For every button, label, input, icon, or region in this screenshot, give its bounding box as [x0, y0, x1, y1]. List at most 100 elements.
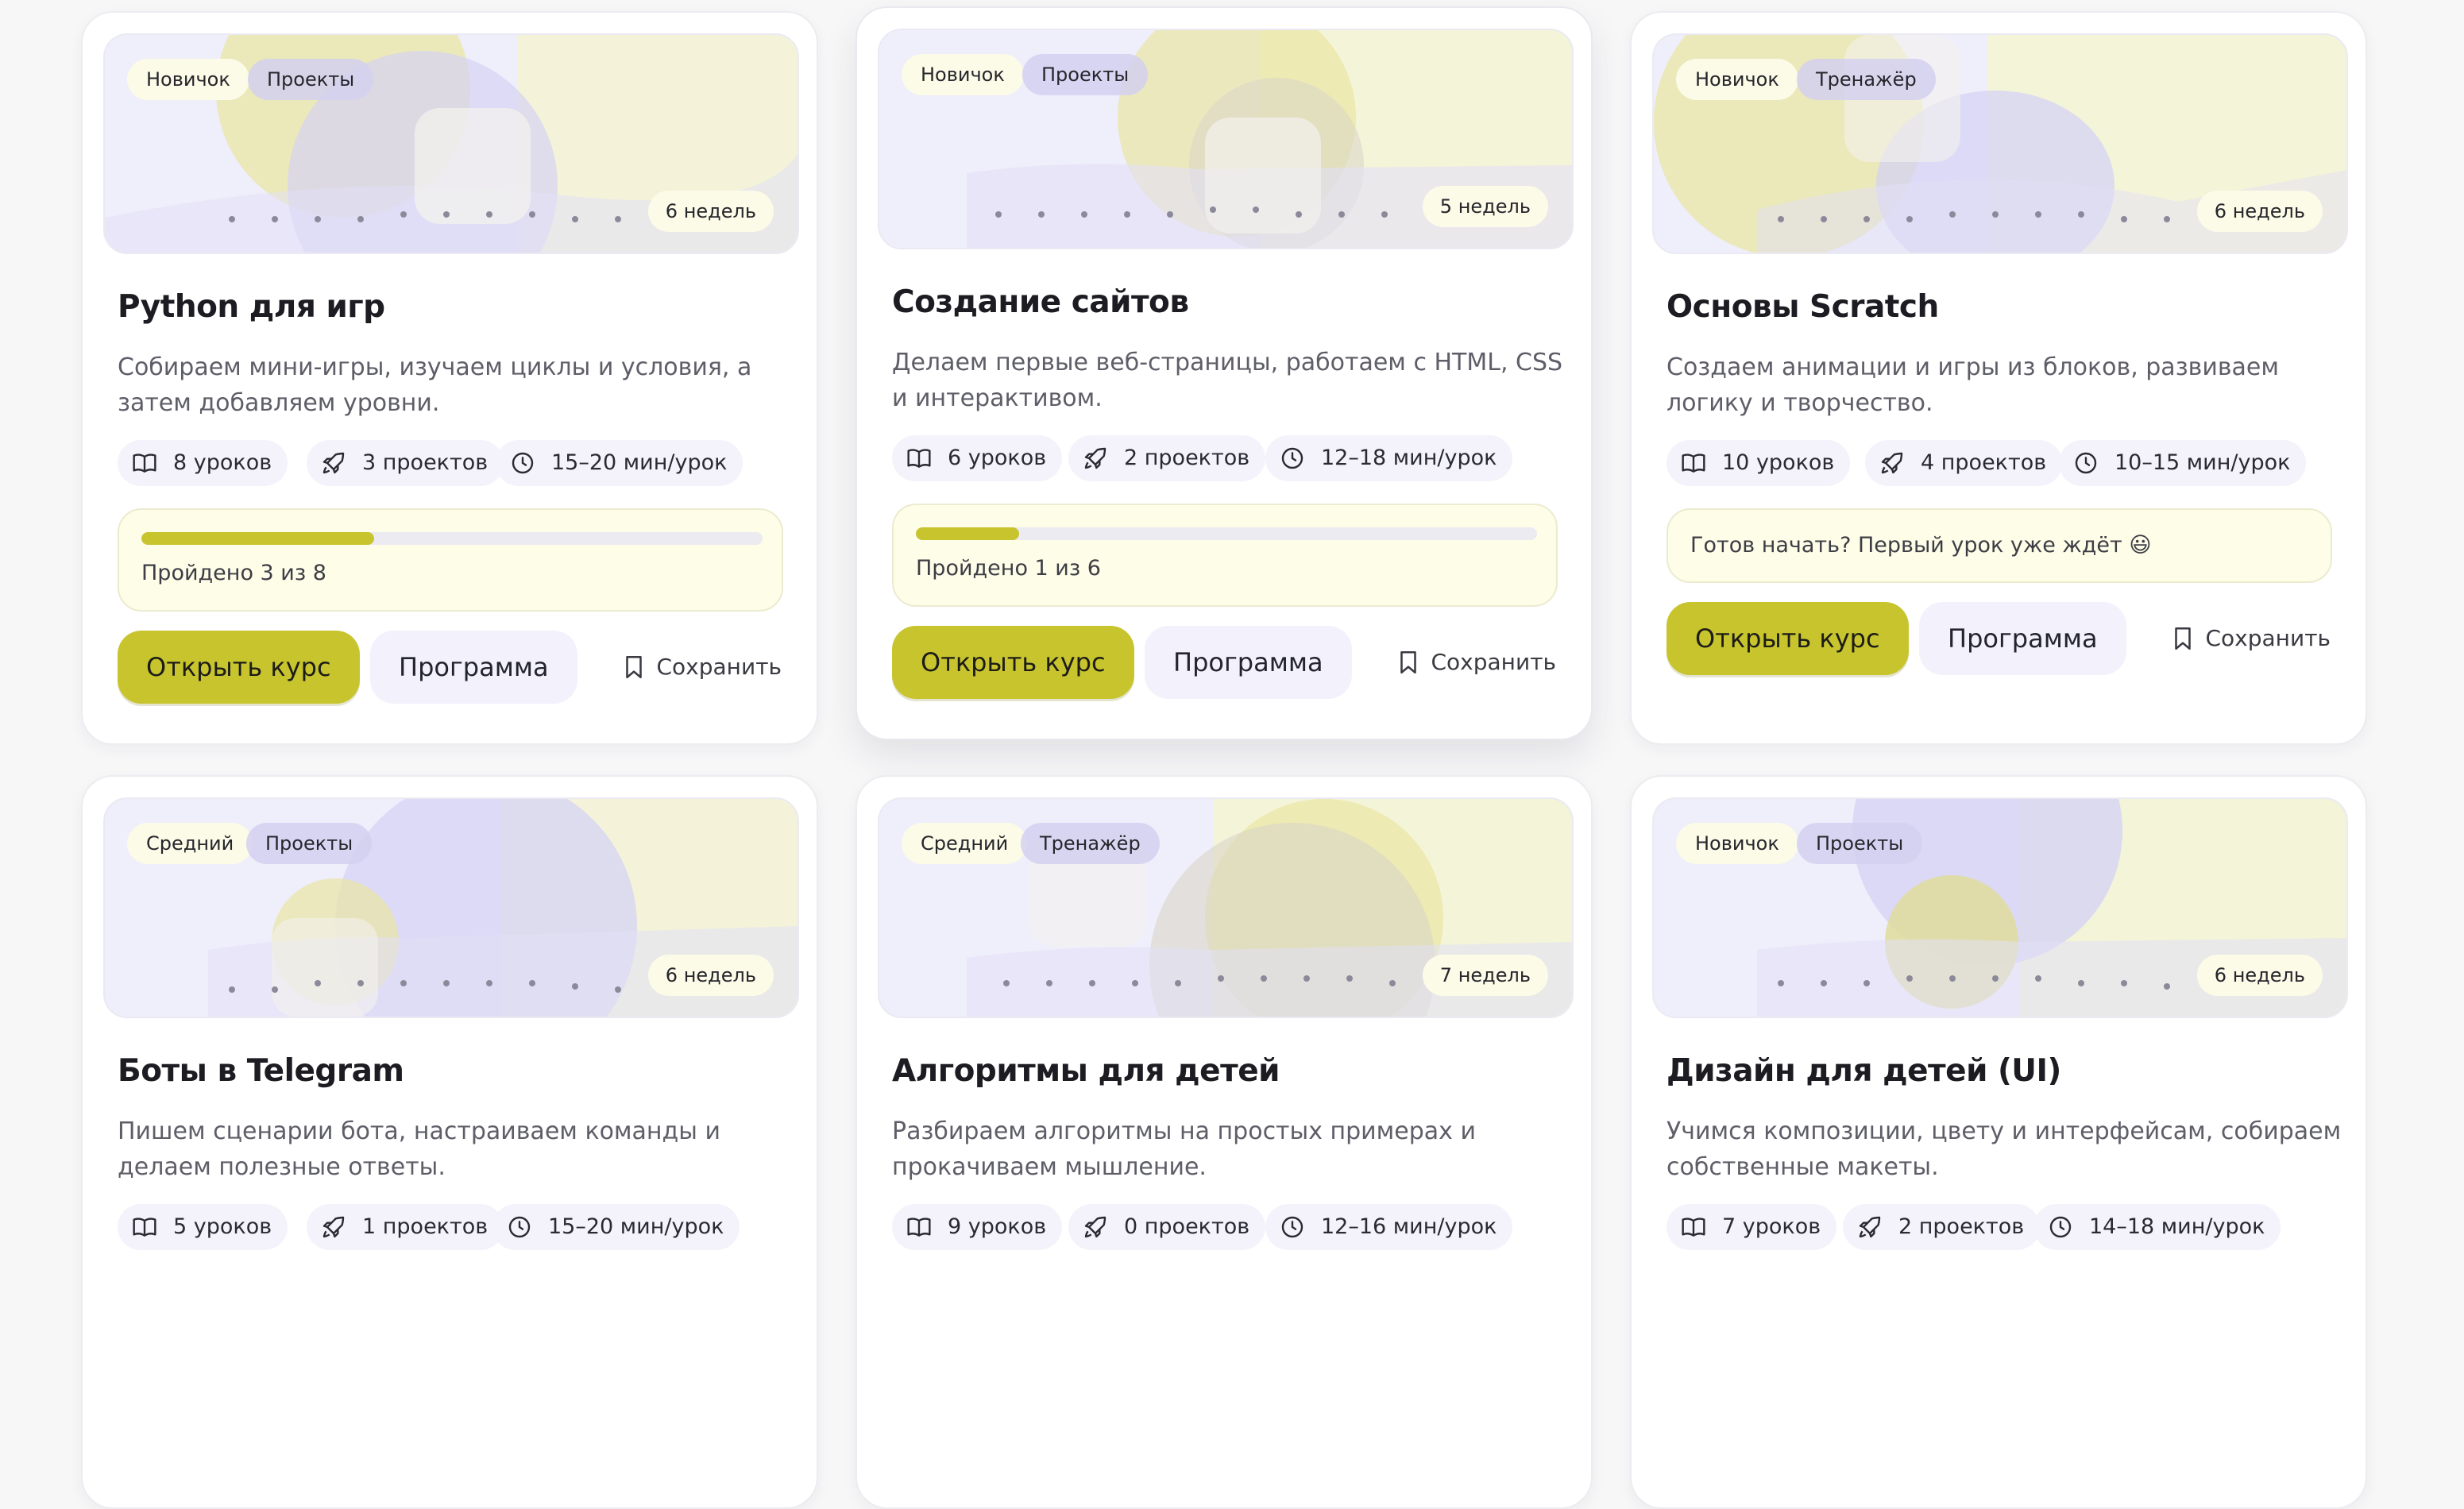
book-icon	[133, 1218, 156, 1237]
open-course-button[interactable]: Открыть курс	[1666, 602, 1909, 675]
progress-track	[141, 532, 763, 545]
course-banner: Новичок Проекты 6 недель	[1652, 797, 2348, 1018]
save-button[interactable]: Сохранить	[620, 631, 782, 704]
save-button[interactable]: Сохранить	[2169, 602, 2331, 675]
course-description: Собираем мини-игры, изучаем циклы и усло…	[118, 353, 752, 417]
duration-stat: 15–20 мин/урок	[492, 1204, 740, 1250]
program-button[interactable]: Программа	[1919, 602, 2126, 675]
progress-track	[916, 527, 1537, 540]
rocket-icon	[1084, 1216, 1106, 1238]
level-tag: Средний	[902, 823, 1028, 864]
course-description: Учимся композиции, цвету и интерфейсам, …	[1666, 1117, 2342, 1181]
projects-count: 2 проектов	[1898, 1214, 2025, 1239]
course-card[interactable]: Новичок Проекты 6 недель Дизайн для дете…	[1630, 775, 2367, 1509]
level-tag: Новичок	[1676, 823, 1798, 864]
lessons-stat: 6 уроков	[892, 435, 1063, 481]
kind-tag: Проекты	[246, 823, 373, 864]
lessons-count: 9 уроков	[948, 1214, 1047, 1239]
book-icon	[133, 453, 156, 473]
duration-value: 10–15 мин/урок	[2114, 450, 2291, 475]
progress-fill	[141, 532, 375, 545]
level-tag: Новичок	[127, 59, 249, 100]
lessons-count: 7 уроков	[1722, 1214, 1821, 1239]
clock-icon	[2075, 452, 2097, 474]
bookmark-icon	[625, 655, 642, 679]
clock-icon	[508, 1216, 531, 1238]
lessons-count: 10 уроков	[1722, 450, 1835, 475]
course-banner: Новичок Проекты 5 недель	[878, 29, 1574, 249]
program-button[interactable]: Программа	[1145, 626, 1352, 699]
weeks-badge: 6 недель	[2196, 955, 2323, 996]
duration-value: 12–16 мин/урок	[1321, 1214, 1497, 1239]
projects-stat: 2 проектов	[1843, 1204, 2041, 1250]
lessons-stat: 10 уроков	[1666, 440, 1851, 486]
lessons-stat: 8 уроков	[118, 440, 288, 486]
weeks-badge: 6 недель	[647, 191, 774, 232]
projects-stat: 2 проектов	[1068, 435, 1266, 481]
clock-icon	[1281, 447, 1303, 469]
progress-panel: Пройдено 1 из 6	[892, 504, 1558, 607]
rocket-icon	[1084, 447, 1106, 469]
save-button[interactable]: Сохранить	[1395, 626, 1557, 699]
projects-stat: 1 проектов	[307, 1204, 504, 1250]
duration-value: 14–18 мин/урок	[2089, 1214, 2265, 1239]
course-card[interactable]: Средний Тренажёр 7 недель Алгоритмы для …	[855, 775, 1593, 1509]
kind-tag: Проекты	[248, 59, 374, 100]
course-title: Дизайн для детей (UI)	[1666, 1053, 2061, 1089]
save-label: Сохранить	[2205, 625, 2331, 651]
projects-count: 4 проектов	[1921, 450, 2047, 475]
weeks-badge: 7 недель	[1422, 955, 1548, 996]
course-title: Боты в Telegram	[118, 1053, 404, 1089]
projects-count: 2 проектов	[1124, 446, 1250, 470]
weeks-badge: 6 недель	[2196, 191, 2323, 232]
course-card[interactable]: Новичок Проекты 5 недель Создание сайтов…	[855, 6, 1593, 740]
book-icon	[1682, 453, 1705, 473]
rocket-icon	[1859, 1216, 1881, 1238]
progress-text: Пройдено 1 из 6	[916, 556, 1101, 581]
lessons-stat: 5 уроков	[118, 1204, 288, 1250]
duration-value: 12–18 мин/урок	[1321, 446, 1497, 470]
clock-icon	[2049, 1216, 2072, 1238]
course-card[interactable]: Средний Проекты 6 недель Боты в Telegram…	[81, 775, 818, 1509]
lessons-stat: 9 уроков	[892, 1204, 1063, 1250]
book-icon	[907, 1218, 931, 1237]
book-icon	[907, 449, 931, 468]
course-card[interactable]: Новичок Проекты 6 недель Python для игр …	[81, 11, 818, 745]
course-description: Делаем первые веб-страницы, работаем с H…	[892, 349, 1563, 412]
duration-stat: 12–18 мин/урок	[1265, 435, 1513, 481]
projects-stat: 0 проектов	[1068, 1204, 1266, 1250]
weeks-badge: 6 недель	[647, 955, 774, 996]
rocket-icon	[1881, 452, 1903, 474]
course-banner: Новичок Проекты 6 недель	[103, 33, 799, 254]
level-tag: Новичок	[902, 54, 1024, 95]
program-button[interactable]: Программа	[370, 631, 577, 704]
rocket-icon	[322, 1216, 345, 1238]
open-course-button[interactable]: Открыть курс	[118, 631, 360, 704]
level-tag: Новичок	[1676, 59, 1798, 100]
duration-value: 15–20 мин/урок	[551, 450, 728, 475]
duration-value: 15–20 мин/урок	[548, 1214, 724, 1239]
progress-panel: Пройдено 3 из 8	[118, 508, 783, 612]
rocket-icon	[322, 452, 345, 474]
lessons-count: 6 уроков	[948, 446, 1047, 470]
clock-icon	[512, 452, 534, 474]
level-tag: Средний	[127, 823, 253, 864]
clock-icon	[1281, 1216, 1303, 1238]
course-banner: Средний Тренажёр 7 недель	[878, 797, 1574, 1018]
save-label: Сохранить	[1431, 649, 1557, 675]
bookmark-icon	[2174, 627, 2191, 650]
projects-count: 3 проектов	[362, 450, 489, 475]
open-course-button[interactable]: Открыть курс	[892, 626, 1134, 699]
projects-count: 1 проектов	[362, 1214, 489, 1239]
projects-stat: 4 проектов	[1865, 440, 2063, 486]
lessons-count: 5 уроков	[173, 1214, 272, 1239]
course-card[interactable]: Новичок Тренажёр 6 недель Основы Scratch…	[1630, 11, 2367, 745]
lessons-stat: 7 уроков	[1666, 1204, 1837, 1250]
kind-tag: Тренажёр	[1797, 59, 1936, 100]
duration-stat: 12–16 мин/урок	[1265, 1204, 1513, 1250]
kind-tag: Проекты	[1022, 54, 1149, 95]
start-notice: Готов начать? Первый урок уже ждёт 😃	[1666, 508, 2332, 583]
course-banner: Новичок Тренажёр 6 недель	[1652, 33, 2348, 254]
book-icon	[1682, 1218, 1705, 1237]
projects-count: 0 проектов	[1124, 1214, 1250, 1239]
